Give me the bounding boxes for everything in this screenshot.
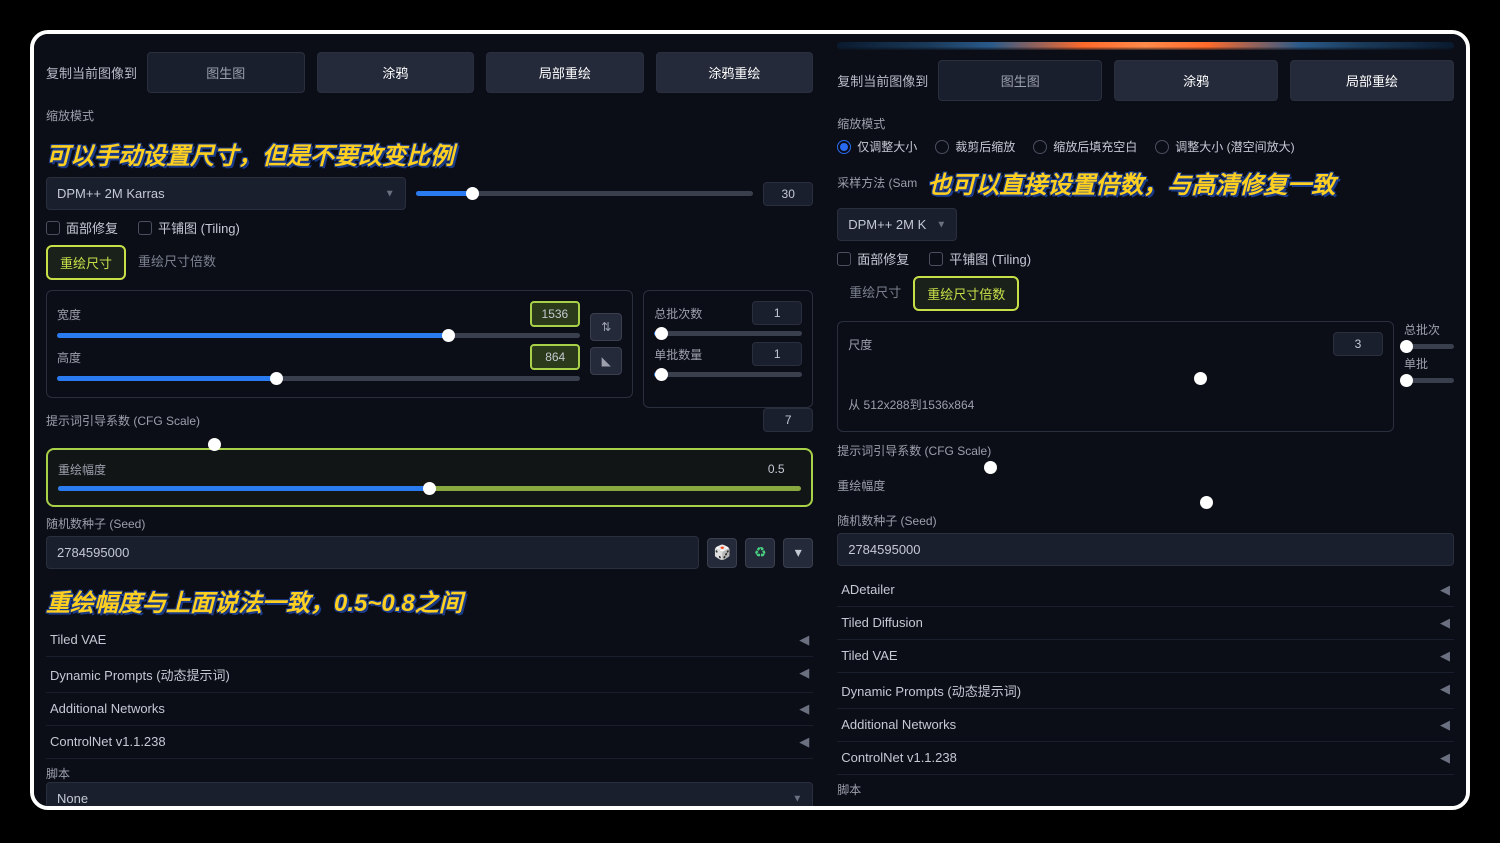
denoise-highlight: 重绘幅度 0.5 bbox=[46, 448, 813, 507]
face-restore-check[interactable] bbox=[46, 221, 60, 235]
tab-resize[interactable]: 重绘尺寸 bbox=[46, 245, 126, 280]
accordion-additional-networks-r[interactable]: Additional Networks◀ bbox=[837, 709, 1454, 742]
chevron-left-icon: ◀ bbox=[1440, 582, 1450, 598]
batch-count-label-r: 总批次 bbox=[1404, 321, 1454, 338]
seed-label: 随机数种子 (Seed) bbox=[46, 515, 813, 532]
batch-count-value[interactable]: 1 bbox=[752, 301, 802, 325]
resize-mode-fill[interactable] bbox=[1033, 140, 1047, 154]
tiling-label: 平铺图 (Tiling) bbox=[158, 218, 240, 237]
sampling-method-select[interactable]: DPM++ 2M Karras bbox=[46, 177, 406, 210]
accordion-tiled-diffusion[interactable]: Tiled Diffusion◀ bbox=[837, 607, 1454, 640]
chevron-left-icon: ◀ bbox=[799, 734, 809, 750]
scale-range-text: 从 512x288到1536x864 bbox=[848, 396, 1383, 413]
batch-count-label: 总批次数 bbox=[654, 305, 702, 322]
copy-btn-inpaint[interactable]: 局部重绘 bbox=[486, 52, 644, 93]
width-slider[interactable] bbox=[57, 333, 580, 338]
accordion-tiled-vae-r[interactable]: Tiled VAE◀ bbox=[837, 640, 1454, 673]
accordion-adetailer[interactable]: ADetailer◀ bbox=[837, 574, 1454, 607]
zoom-mode-label: 缩放模式 bbox=[46, 107, 813, 124]
copy-btn-sketch[interactable]: 涂鸦 bbox=[317, 52, 475, 93]
chevron-left-icon: ◀ bbox=[799, 632, 809, 648]
denoise-label-r: 重绘幅度 bbox=[837, 477, 1454, 494]
chevron-left-icon: ◀ bbox=[1440, 615, 1450, 631]
denoise-label: 重绘幅度 bbox=[58, 461, 106, 478]
height-value[interactable]: 864 bbox=[530, 344, 580, 370]
batch-size-label-r: 单批 bbox=[1404, 355, 1454, 372]
annotation-manual-size: 可以手动设置尺寸，但是不要改变比例 bbox=[46, 136, 813, 171]
accordion-controlnet-r[interactable]: ControlNet v1.1.238◀ bbox=[837, 742, 1454, 775]
seed-input[interactable]: 2784595000 bbox=[46, 536, 699, 569]
script-label-r: 脚本 bbox=[837, 781, 1454, 798]
script-select[interactable]: None bbox=[46, 782, 813, 810]
denoise-value[interactable]: 0.5 bbox=[751, 458, 801, 480]
chevron-left-icon: ◀ bbox=[1440, 648, 1450, 664]
batch-size-label: 单批数量 bbox=[654, 346, 702, 363]
batch-size-slider-r[interactable] bbox=[1404, 378, 1454, 383]
copy-btn-inpaint-sketch[interactable]: 涂鸦重绘 bbox=[656, 52, 814, 93]
batch-size-value[interactable]: 1 bbox=[752, 342, 802, 366]
cfg-label: 提示词引导系数 (CFG Scale) bbox=[46, 412, 200, 429]
accordion-controlnet[interactable]: ControlNet v1.1.238◀ bbox=[46, 726, 813, 759]
accordion-tiled-vae[interactable]: Tiled VAE◀ bbox=[46, 624, 813, 657]
seed-label-r: 随机数种子 (Seed) bbox=[837, 512, 1454, 529]
sampling-label-r: 采样方法 (Sam bbox=[837, 174, 917, 191]
cfg-label-r: 提示词引导系数 (CFG Scale) bbox=[837, 442, 1454, 459]
chevron-left-icon: ◀ bbox=[1440, 750, 1450, 766]
batch-size-slider[interactable] bbox=[654, 372, 802, 377]
script-label: 脚本 bbox=[46, 765, 813, 782]
aspect-lock-button[interactable]: ◣ bbox=[590, 347, 622, 375]
sampling-steps-value[interactable]: 30 bbox=[763, 182, 813, 206]
scale-value[interactable]: 3 bbox=[1333, 332, 1383, 356]
denoise-slider[interactable] bbox=[58, 486, 801, 491]
width-value[interactable]: 1536 bbox=[530, 301, 581, 327]
annotation-multiplier: 也可以直接设置倍数，与高清修复一致 bbox=[927, 165, 1454, 200]
tiling-check[interactable] bbox=[138, 221, 152, 235]
sampling-method-select-r[interactable]: DPM++ 2M K bbox=[837, 208, 957, 241]
batch-count-slider[interactable] bbox=[654, 331, 802, 336]
seed-reuse-button[interactable]: ♻ bbox=[745, 538, 775, 568]
copy-btn-img2img[interactable]: 图生图 bbox=[147, 52, 305, 93]
copy-btn-sketch-r[interactable]: 涂鸦 bbox=[1114, 60, 1278, 101]
accordion-dynamic-prompts-r[interactable]: Dynamic Prompts (动态提示词)◀ bbox=[837, 673, 1454, 709]
tab-resize-r[interactable]: 重绘尺寸 bbox=[837, 276, 913, 311]
resize-mode-crop[interactable] bbox=[935, 140, 949, 154]
chevron-left-icon: ◀ bbox=[1440, 717, 1450, 733]
copy-label: 复制当前图像到 bbox=[46, 63, 137, 82]
resize-mode-latent[interactable] bbox=[1155, 140, 1169, 154]
face-restore-label: 面部修复 bbox=[66, 218, 118, 237]
chevron-left-icon: ◀ bbox=[1440, 681, 1450, 700]
width-label: 宽度 bbox=[57, 306, 81, 323]
face-restore-check-r[interactable] bbox=[837, 252, 851, 266]
tab-resize-multiplier[interactable]: 重绘尺寸倍数 bbox=[126, 245, 228, 280]
height-label: 高度 bbox=[57, 349, 81, 366]
chevron-left-icon: ◀ bbox=[799, 701, 809, 717]
cfg-value[interactable]: 7 bbox=[763, 408, 813, 432]
accordion-additional-networks[interactable]: Additional Networks◀ bbox=[46, 693, 813, 726]
tab-resize-multiplier-r[interactable]: 重绘尺寸倍数 bbox=[913, 276, 1019, 311]
copy-label-r: 复制当前图像到 bbox=[837, 71, 928, 90]
seed-extra-toggle[interactable]: ▾ bbox=[783, 538, 813, 568]
batch-count-slider-r[interactable] bbox=[1404, 344, 1454, 349]
swap-dimensions-button[interactable]: ⇅ bbox=[590, 313, 622, 341]
seed-random-button[interactable]: 🎲 bbox=[707, 538, 737, 568]
scale-label: 尺度 bbox=[848, 336, 872, 353]
resize-mode-just[interactable] bbox=[837, 140, 851, 154]
accordion-dynamic-prompts[interactable]: Dynamic Prompts (动态提示词)◀ bbox=[46, 657, 813, 693]
chevron-left-icon: ◀ bbox=[799, 665, 809, 684]
copy-btn-inpaint-r[interactable]: 局部重绘 bbox=[1290, 60, 1454, 101]
tiling-check-r[interactable] bbox=[929, 252, 943, 266]
annotation-denoise-range: 重绘幅度与上面说法一致，0.5~0.8之间 bbox=[46, 583, 813, 618]
seed-input-r[interactable]: 2784595000 bbox=[837, 533, 1454, 566]
sampling-steps-slider[interactable] bbox=[416, 191, 754, 196]
image-preview-right bbox=[837, 42, 1454, 50]
zoom-mode-label-r: 缩放模式 bbox=[837, 115, 1454, 132]
height-slider[interactable] bbox=[57, 376, 580, 381]
copy-btn-img2img-r[interactable]: 图生图 bbox=[938, 60, 1102, 101]
